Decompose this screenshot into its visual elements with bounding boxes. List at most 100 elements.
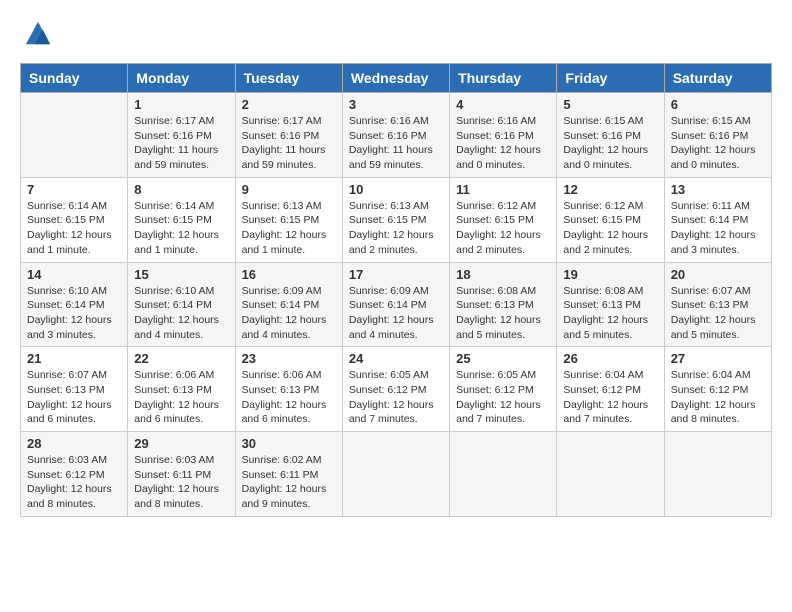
day-info: Sunrise: 6:12 AMSunset: 6:15 PMDaylight:…: [563, 199, 657, 258]
day-info: Sunrise: 6:16 AMSunset: 6:16 PMDaylight:…: [349, 114, 443, 173]
day-number: 14: [27, 267, 121, 282]
day-cell-29: 29 Sunrise: 6:03 AMSunset: 6:11 PMDayligh…: [128, 432, 235, 517]
week-row-3: 14 Sunrise: 6:10 AMSunset: 6:14 PMDayligh…: [21, 262, 772, 347]
day-cell-25: 25Sunrise: 6:05 AMSunset: 6:12 PMDayligh…: [450, 347, 557, 432]
day-info: Sunrise: 6:10 AMSunset: 6:14 PMDaylight:…: [134, 284, 228, 343]
day-info: Sunrise: 6:06 AMSunset: 6:13 PMDaylight:…: [134, 368, 228, 427]
day-info: Sunrise: 6:06 AMSunset: 6:13 PMDaylight:…: [242, 368, 336, 427]
day-info: Sunrise: 6:16 AMSunset: 6:16 PMDaylight:…: [456, 114, 550, 173]
day-number: 24: [349, 351, 443, 366]
day-cell-14: 14 Sunrise: 6:10 AMSunset: 6:14 PMDayligh…: [21, 262, 128, 347]
day-cell-2: 2 Sunrise: 6:17 AMSunset: 6:16 PMDaylight…: [235, 93, 342, 178]
day-header-friday: Friday: [557, 64, 664, 93]
day-number: 22: [134, 351, 228, 366]
day-header-tuesday: Tuesday: [235, 64, 342, 93]
day-cell-5: 5Sunrise: 6:15 AMSunset: 6:16 PMDaylight…: [557, 93, 664, 178]
day-info: Sunrise: 6:03 AMSunset: 6:11 PMDaylight:…: [134, 453, 228, 512]
day-cell-22: 22 Sunrise: 6:06 AMSunset: 6:13 PMDayligh…: [128, 347, 235, 432]
week-row-1: 1 Sunrise: 6:17 AMSunset: 6:16 PMDaylight…: [21, 93, 772, 178]
logo-icon: [24, 20, 52, 48]
day-number: 11: [456, 182, 550, 197]
day-cell-13: 13 Sunrise: 6:11 AMSunset: 6:14 PMDayligh…: [664, 177, 771, 262]
day-number: 6: [671, 97, 765, 112]
logo: [20, 20, 52, 53]
day-cell-23: 23 Sunrise: 6:06 AMSunset: 6:13 PMDayligh…: [235, 347, 342, 432]
day-info: Sunrise: 6:07 AMSunset: 6:13 PMDaylight:…: [671, 284, 765, 343]
week-row-4: 21 Sunrise: 6:07 AMSunset: 6:13 PMDayligh…: [21, 347, 772, 432]
day-cell-12: 12 Sunrise: 6:12 AMSunset: 6:15 PMDayligh…: [557, 177, 664, 262]
day-number: 26: [563, 351, 657, 366]
day-cell-21: 21 Sunrise: 6:07 AMSunset: 6:13 PMDayligh…: [21, 347, 128, 432]
day-cell-7: 7Sunrise: 6:14 AMSunset: 6:15 PMDaylight…: [21, 177, 128, 262]
day-number: 25: [456, 351, 550, 366]
day-number: 29: [134, 436, 228, 451]
day-header-monday: Monday: [128, 64, 235, 93]
day-header-wednesday: Wednesday: [342, 64, 449, 93]
day-info: Sunrise: 6:08 AMSunset: 6:13 PMDaylight:…: [563, 284, 657, 343]
day-cell-4: 4 Sunrise: 6:16 AMSunset: 6:16 PMDaylight…: [450, 93, 557, 178]
day-info: Sunrise: 6:05 AMSunset: 6:12 PMDaylight:…: [349, 368, 443, 427]
logo-text: [20, 20, 52, 53]
day-cell-3: 3 Sunrise: 6:16 AMSunset: 6:16 PMDaylight…: [342, 93, 449, 178]
day-number: 15: [134, 267, 228, 282]
day-cell-6: 6 Sunrise: 6:15 AMSunset: 6:16 PMDaylight…: [664, 93, 771, 178]
day-number: 21: [27, 351, 121, 366]
day-cell-26: 26 Sunrise: 6:04 AMSunset: 6:12 PMDayligh…: [557, 347, 664, 432]
day-info: Sunrise: 6:09 AMSunset: 6:14 PMDaylight:…: [349, 284, 443, 343]
day-number: 10: [349, 182, 443, 197]
empty-cell: [450, 432, 557, 517]
day-number: 16: [242, 267, 336, 282]
page-header: [20, 20, 772, 53]
day-info: Sunrise: 6:09 AMSunset: 6:14 PMDaylight:…: [242, 284, 336, 343]
day-cell-10: 10Sunrise: 6:13 AMSunset: 6:15 PMDayligh…: [342, 177, 449, 262]
day-number: 28: [27, 436, 121, 451]
day-cell-19: 19 Sunrise: 6:08 AMSunset: 6:13 PMDayligh…: [557, 262, 664, 347]
day-info: Sunrise: 6:03 AMSunset: 6:12 PMDaylight:…: [27, 453, 121, 512]
day-number: 8: [134, 182, 228, 197]
day-number: 1: [134, 97, 228, 112]
day-info: Sunrise: 6:15 AMSunset: 6:16 PMDaylight:…: [671, 114, 765, 173]
day-number: 23: [242, 351, 336, 366]
day-cell-17: 17Sunrise: 6:09 AMSunset: 6:14 PMDayligh…: [342, 262, 449, 347]
day-number: 18: [456, 267, 550, 282]
day-info: Sunrise: 6:07 AMSunset: 6:13 PMDaylight:…: [27, 368, 121, 427]
day-number: 2: [242, 97, 336, 112]
day-cell-18: 18 Sunrise: 6:08 AMSunset: 6:13 PMDayligh…: [450, 262, 557, 347]
day-info: Sunrise: 6:04 AMSunset: 6:12 PMDaylight:…: [563, 368, 657, 427]
day-cell-20: 20 Sunrise: 6:07 AMSunset: 6:13 PMDayligh…: [664, 262, 771, 347]
day-info: Sunrise: 6:10 AMSunset: 6:14 PMDaylight:…: [27, 284, 121, 343]
day-info: Sunrise: 6:17 AMSunset: 6:16 PMDaylight:…: [242, 114, 336, 173]
day-info: Sunrise: 6:02 AMSunset: 6:11 PMDaylight:…: [242, 453, 336, 512]
day-number: 30: [242, 436, 336, 451]
day-header-thursday: Thursday: [450, 64, 557, 93]
day-number: 12: [563, 182, 657, 197]
empty-cell: [342, 432, 449, 517]
day-number: 19: [563, 267, 657, 282]
day-info: Sunrise: 6:12 AMSunset: 6:15 PMDaylight:…: [456, 199, 550, 258]
day-cell-8: 8Sunrise: 6:14 AMSunset: 6:15 PMDaylight…: [128, 177, 235, 262]
empty-cell: [21, 93, 128, 178]
day-number: 3: [349, 97, 443, 112]
week-row-2: 7Sunrise: 6:14 AMSunset: 6:15 PMDaylight…: [21, 177, 772, 262]
day-number: 20: [671, 267, 765, 282]
empty-cell: [557, 432, 664, 517]
empty-cell: [664, 432, 771, 517]
day-number: 4: [456, 97, 550, 112]
day-cell-15: 15 Sunrise: 6:10 AMSunset: 6:14 PMDayligh…: [128, 262, 235, 347]
day-number: 27: [671, 351, 765, 366]
day-info: Sunrise: 6:08 AMSunset: 6:13 PMDaylight:…: [456, 284, 550, 343]
day-info: Sunrise: 6:11 AMSunset: 6:14 PMDaylight:…: [671, 199, 765, 258]
days-header-row: SundayMondayTuesdayWednesdayThursdayFrid…: [21, 64, 772, 93]
day-number: 13: [671, 182, 765, 197]
day-number: 7: [27, 182, 121, 197]
day-info: Sunrise: 6:04 AMSunset: 6:12 PMDaylight:…: [671, 368, 765, 427]
calendar-table: SundayMondayTuesdayWednesdayThursdayFrid…: [20, 63, 772, 517]
day-info: Sunrise: 6:13 AMSunset: 6:15 PMDaylight:…: [242, 199, 336, 258]
day-number: 9: [242, 182, 336, 197]
day-cell-11: 11 Sunrise: 6:12 AMSunset: 6:15 PMDayligh…: [450, 177, 557, 262]
day-cell-27: 27 Sunrise: 6:04 AMSunset: 6:12 PMDayligh…: [664, 347, 771, 432]
day-header-sunday: Sunday: [21, 64, 128, 93]
day-cell-28: 28 Sunrise: 6:03 AMSunset: 6:12 PMDayligh…: [21, 432, 128, 517]
day-cell-24: 24 Sunrise: 6:05 AMSunset: 6:12 PMDayligh…: [342, 347, 449, 432]
day-cell-9: 9 Sunrise: 6:13 AMSunset: 6:15 PMDaylight…: [235, 177, 342, 262]
